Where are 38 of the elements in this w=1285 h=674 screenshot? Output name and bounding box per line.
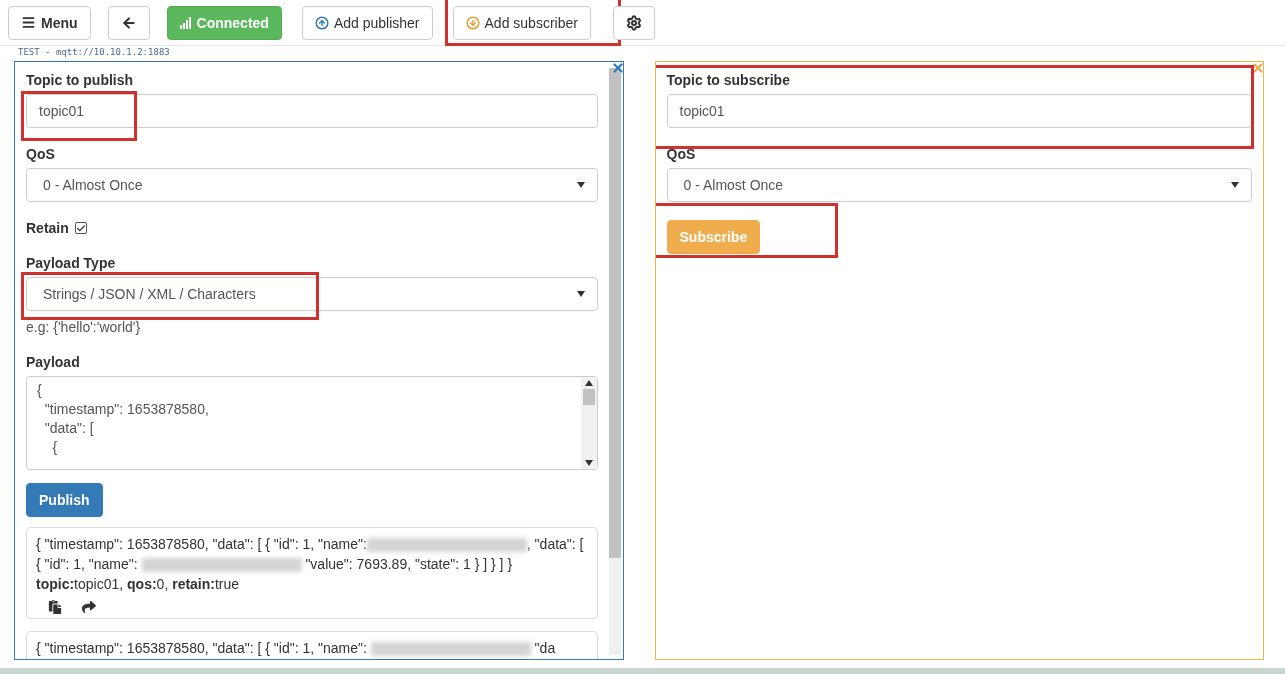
arrow-up-circle-icon	[314, 15, 329, 30]
settings-button[interactable]	[612, 5, 655, 40]
hint-text: e.g: {'hello':'world'}	[26, 319, 141, 335]
scroll-up-icon	[584, 380, 593, 386]
qos-select[interactable]: 0 - Almost Once	[26, 168, 598, 202]
signal-icon	[179, 16, 192, 29]
payload-textarea[interactable]: { "timestamp": 1653878580, "data": [ {	[26, 376, 598, 470]
publish-button[interactable]: Publish	[26, 483, 103, 517]
back-button[interactable]	[107, 5, 150, 40]
topic-input[interactable]: topic01	[26, 94, 598, 128]
message-text: { "timestamp": 1653878580, "data": [ { "id": 1, "name": "da	[36, 639, 557, 658]
field-label: Payload Type	[26, 255, 117, 271]
field-label: QoS	[26, 146, 56, 162]
close-icon[interactable]	[1251, 61, 1265, 75]
scroll-down-icon	[584, 460, 593, 466]
add-publisher-button[interactable]: Add publisher	[301, 5, 433, 40]
field-label: Topic to subscribe	[666, 72, 791, 88]
caret-icon	[576, 291, 585, 297]
field-label: QoS	[666, 146, 697, 162]
clipboard-icon[interactable]	[48, 600, 62, 614]
add-subscriber-button[interactable]: Add subscriber	[452, 5, 591, 40]
scroll-thumb	[582, 389, 595, 405]
qos-select[interactable]: 0 - Almost Once	[666, 168, 1252, 202]
field-label: Topic to publish	[26, 72, 135, 88]
settings-icon	[625, 14, 642, 31]
payload-type-select[interactable]: Strings / JSON / XML / Characters	[26, 277, 598, 311]
retain-checkbox[interactable]	[74, 222, 87, 234]
message-meta: topic:topic01, qos:0, retain:true	[36, 575, 241, 594]
arrow-down-circle-icon	[465, 15, 480, 30]
share-icon[interactable]	[82, 600, 96, 614]
caret-icon	[576, 182, 585, 188]
menu-button[interactable]: Menu	[8, 5, 91, 40]
close-icon[interactable]	[610, 61, 625, 75]
connection-label: TEST - mqtt://10.10.1.2:1883	[17, 46, 171, 59]
field-label: Payload	[26, 354, 81, 370]
menu-icon	[21, 15, 36, 30]
caret-icon	[1231, 182, 1239, 188]
field-label: Retain	[26, 220, 69, 236]
